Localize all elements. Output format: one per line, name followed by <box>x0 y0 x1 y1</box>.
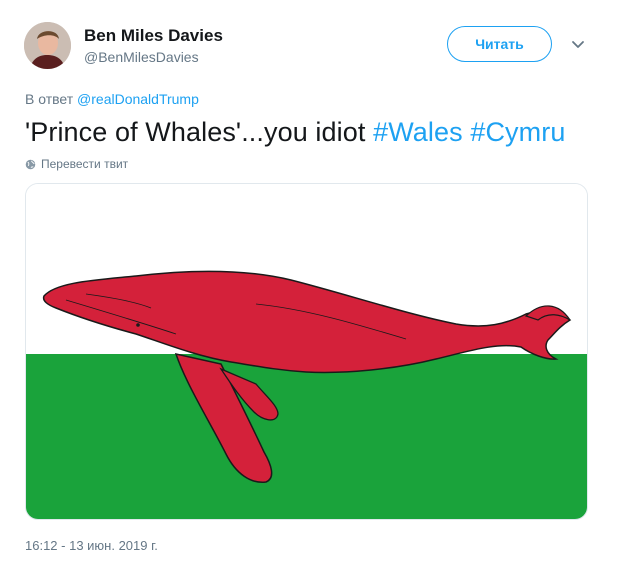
reply-prefix: В ответ <box>25 91 74 107</box>
hashtag-wales[interactable]: #Wales <box>373 117 463 147</box>
reply-to-link[interactable]: @realDonaldTrump <box>77 91 199 107</box>
reply-context: В ответ @realDonaldTrump <box>25 91 199 107</box>
globe-icon <box>25 159 36 169</box>
avatar[interactable] <box>24 22 71 69</box>
translate-tweet-link[interactable]: Перевести твит <box>25 157 128 171</box>
author-name[interactable]: Ben Miles Davies <box>84 26 223 46</box>
translate-label: Перевести твит <box>41 157 129 171</box>
avatar-photo <box>24 22 71 69</box>
chevron-down-icon[interactable] <box>570 38 586 50</box>
tweet-timestamp[interactable]: 16:12 - 13 июн. 2019 г. <box>25 538 158 553</box>
tweet-body: 'Prince of Whales'...you idiot <box>25 117 366 147</box>
tweet-text: 'Prince of Whales'...you idiot #Wales #C… <box>25 117 565 148</box>
tweet-media-image[interactable] <box>25 183 588 520</box>
hashtag-cymru[interactable]: #Cymru <box>470 117 565 147</box>
follow-button[interactable]: Читать <box>447 26 552 62</box>
author-handle[interactable]: @BenMilesDavies <box>84 49 199 65</box>
whale-flag-image <box>26 184 587 519</box>
